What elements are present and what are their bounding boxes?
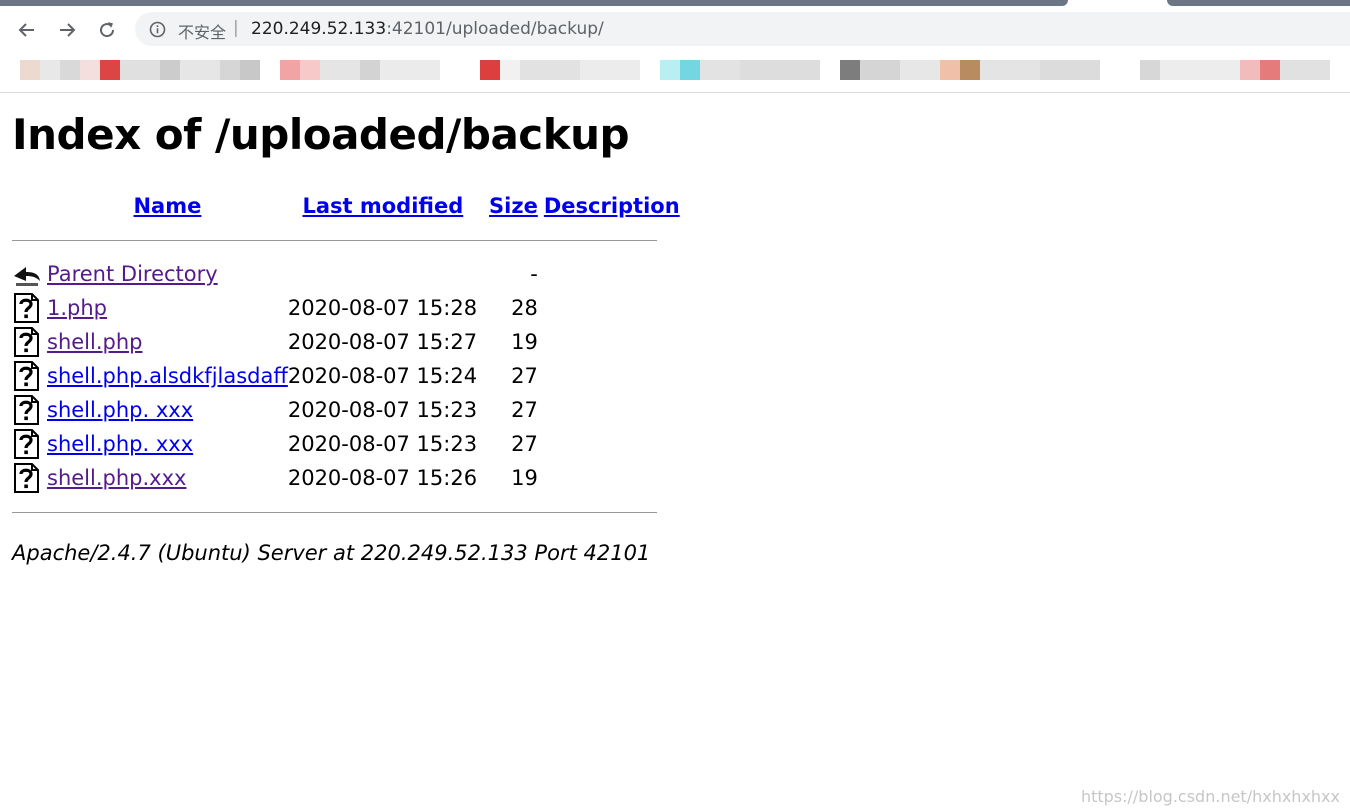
divider-line [12,239,657,241]
bookmarks-fade [0,82,1350,92]
table-row: shell.php 2020-08-07 15:27 19 [12,325,680,359]
size-cell: 27 [511,432,538,456]
name-cell: 1.php [47,291,288,325]
date-cell: 2020-08-07 15:24 [287,364,478,388]
unknown-file-icon [14,327,39,357]
unknown-file-icon [14,293,39,323]
unknown-file-icon [14,361,39,391]
url-host: 220.249.52.133 [251,19,387,39]
sort-by-last-modified-link[interactable]: Last modified [302,194,463,218]
info-circle-icon[interactable] [149,21,166,38]
page-title: Index of /uploaded/backup [12,110,630,159]
header-description: Description [538,189,680,223]
table-row: shell.php. xxx 2020-08-07 15:23 27 [12,393,680,427]
sort-by-size-link[interactable]: Size [489,194,538,218]
sort-by-description-link[interactable]: Description [544,194,680,218]
icon-cell [12,325,47,359]
url-text[interactable]: 220.249.52.133:42101/uploaded/backup/ [251,19,604,39]
unknown-file-icon [14,429,39,459]
file-link[interactable]: shell.php. xxx [47,398,193,422]
icon-cell [12,359,47,393]
size-cell: 28 [511,296,538,320]
name-cell: shell.php [47,325,288,359]
date-cell: 2020-08-07 15:26 [287,466,478,490]
table-row-parent: Parent Directory - [12,257,680,291]
date-cell: 2020-08-07 15:27 [287,330,478,354]
file-link[interactable]: shell.php.alsdkfjlasdaff [47,364,288,388]
icon-cell [12,461,47,495]
description-cell [538,427,680,461]
name-cell: Parent Directory [47,257,288,291]
icon-cell [12,427,47,461]
arrow-left-icon [18,23,34,37]
description-cell [538,393,680,427]
description-cell [538,257,680,291]
date-cell [288,257,478,291]
back-button[interactable] [12,16,42,44]
name-cell: shell.php.xxx [47,461,288,495]
description-cell [538,291,680,325]
watermark: https://blog.csdn.net/hxhxhxhxx [1080,787,1340,806]
name-cell: shell.php. xxx [47,393,288,427]
address-bar[interactable]: 不安全 | 220.249.52.133:42101/uploaded/back… [135,12,1350,46]
back-arrow-folder-icon [14,267,40,286]
directory-table: Name Last modified Size Description Pare… [12,189,680,529]
bookmarks-bar [0,52,1350,92]
security-status-label[interactable]: 不安全 [178,19,226,43]
table-row: 1.php 2020-08-07 15:28 28 [12,291,680,325]
unknown-file-icon [14,395,39,425]
size-cell: 27 [511,398,538,422]
icon-cell [12,257,47,291]
description-cell [538,325,680,359]
header-last-modified: Last modified [288,189,478,223]
size-cell: - [530,262,538,286]
reload-button[interactable] [92,16,122,44]
file-link[interactable]: 1.php [47,296,107,320]
size-cell: 19 [511,466,538,490]
parent-directory-link[interactable]: Parent Directory [47,262,218,286]
page-content: Index of /uploaded/backup Name Last modi… [12,92,712,565]
unknown-file-icon [14,463,39,493]
size-cell: 27 [511,364,538,388]
divider-line [12,511,657,513]
reload-icon [100,22,115,38]
server-signature: Apache/2.4.7 (Ubuntu) Server at 220.249.… [12,541,651,565]
name-cell: shell.php.alsdkfjlasdaff [47,359,288,393]
size-cell: 19 [511,330,538,354]
date-cell: 2020-08-07 15:23 [287,398,478,422]
browser-toolbar: 不安全 | 220.249.52.133:42101/uploaded/back… [0,6,1350,52]
date-cell: 2020-08-07 15:23 [287,432,478,456]
omnibox-separator: | [233,18,239,38]
header-icon-cell [12,189,47,223]
file-link[interactable]: shell.php [47,330,142,354]
header-name: Name [47,189,288,223]
table-header-row: Name Last modified Size Description [12,189,680,223]
pixelated-bookmarks [0,60,1350,80]
header-size: Size [478,189,538,223]
divider-row [12,223,680,257]
icon-cell [12,393,47,427]
name-cell: shell.php. xxx [47,427,288,461]
date-cell: 2020-08-07 15:28 [287,296,478,320]
file-link[interactable]: shell.php. xxx [47,432,193,456]
url-path: :42101/uploaded/backup/ [386,19,604,39]
sort-by-name-link[interactable]: Name [133,194,201,218]
table-row: shell.php.xxx 2020-08-07 15:26 19 [12,461,680,495]
table-row: shell.php. xxx 2020-08-07 15:23 27 [12,427,680,461]
divider-row [12,495,680,529]
description-cell [538,359,680,393]
icon-cell [12,291,47,325]
file-link[interactable]: shell.php.xxx [47,466,186,490]
forward-button[interactable] [52,16,82,44]
description-cell [538,461,680,495]
arrow-right-icon [60,23,76,37]
table-row: shell.php.alsdkfjlasdaff 2020-08-07 15:2… [12,359,680,393]
